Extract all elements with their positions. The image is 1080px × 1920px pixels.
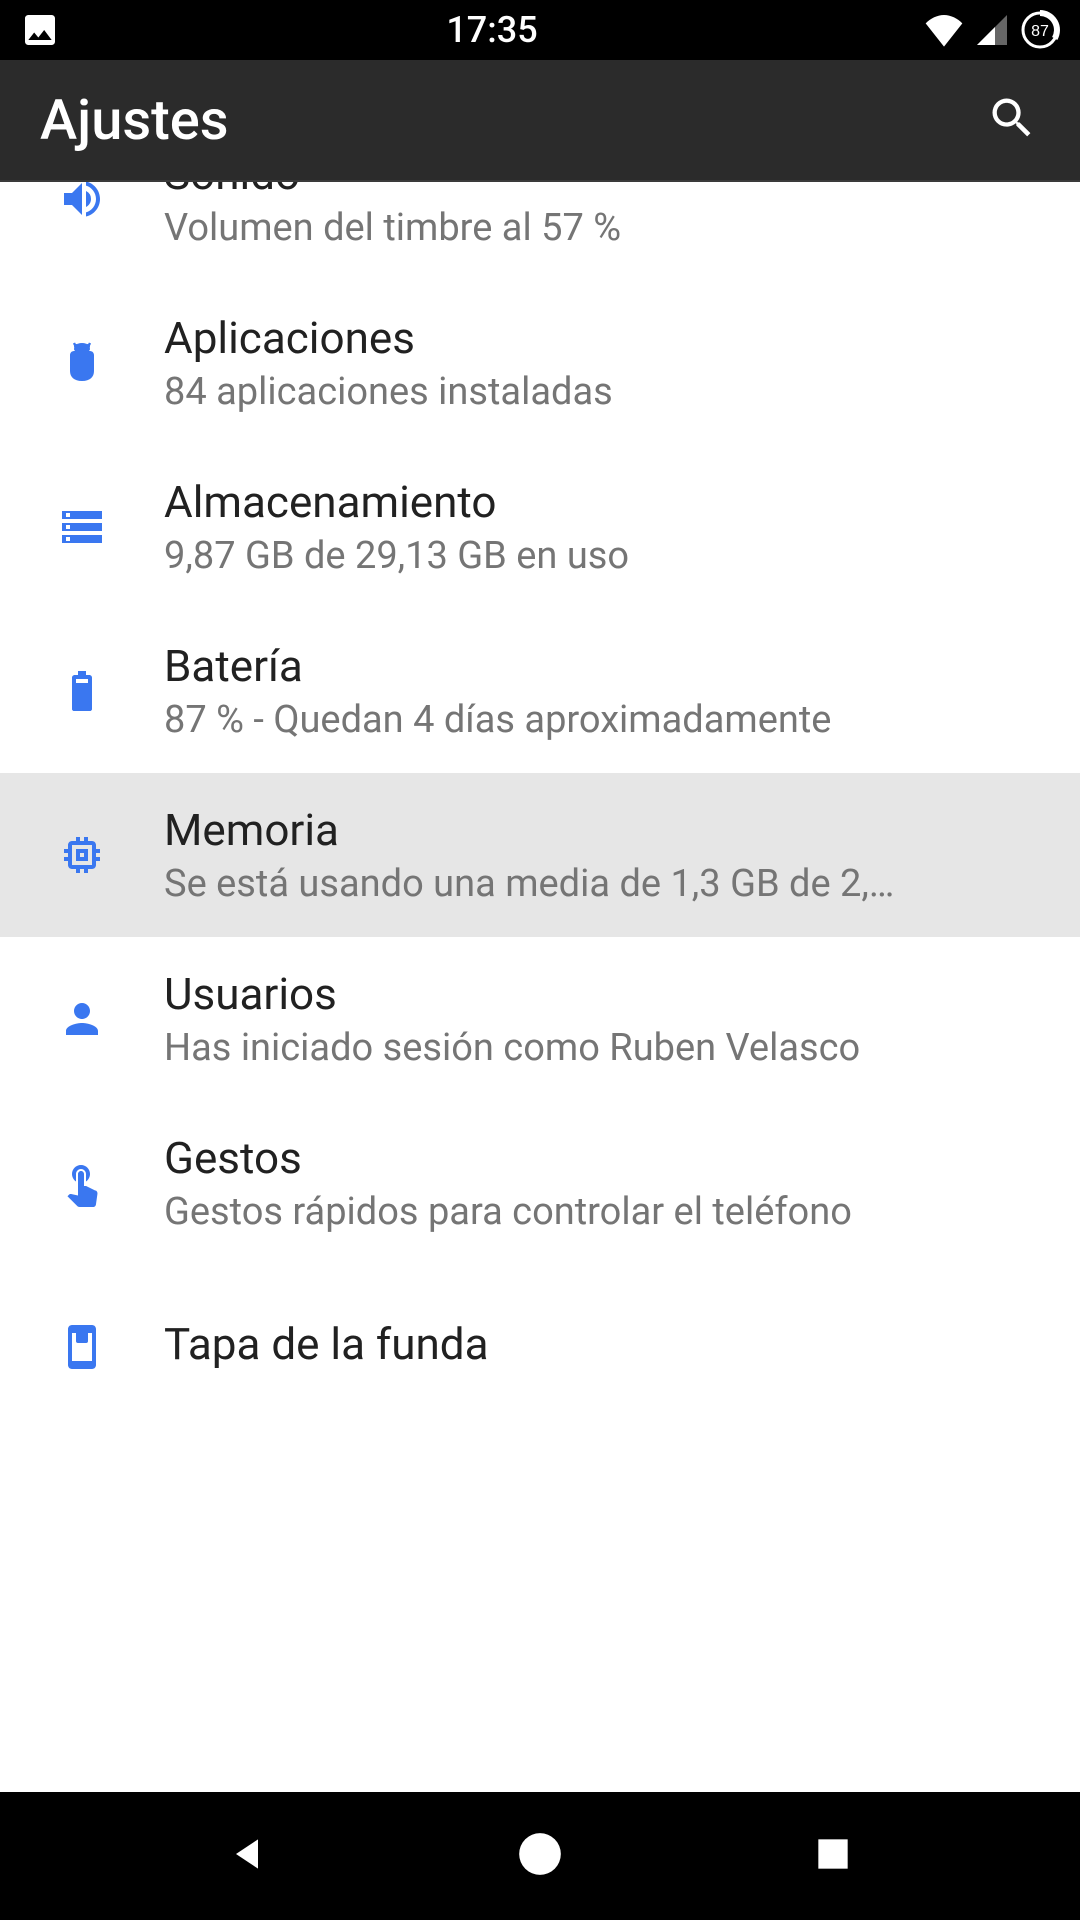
touch-icon: [0, 1159, 164, 1207]
item-subtitle: Has iniciado sesión como Ruben Velasco: [164, 1026, 1036, 1070]
memory-icon: [0, 831, 164, 879]
item-title: Usuarios: [164, 968, 1036, 1020]
item-title: Tapa de la funda: [164, 1318, 1036, 1370]
screen: 17:35 87 Ajustes: [0, 0, 1080, 1920]
settings-item-sound[interactable]: Sonido Volumen del timbre al 57 %: [0, 182, 1080, 281]
phone-case-icon: [0, 1323, 164, 1371]
settings-list[interactable]: Sonido Volumen del timbre al 57 % Aplica…: [0, 182, 1080, 1429]
cellular-signal-icon: [974, 12, 1010, 48]
settings-item-storage[interactable]: Almacenamiento 9,87 GB de 29,13 GB en us…: [0, 445, 1080, 609]
android-icon: [0, 339, 164, 387]
battery-icon: [0, 667, 164, 715]
square-recents-icon: [811, 1832, 855, 1880]
storage-icon: [0, 503, 164, 551]
item-subtitle: Se está usando una media de 1,3 GB de 2,…: [164, 862, 1036, 906]
item-title: Sonido: [164, 182, 1036, 200]
status-clock: 17:35: [60, 9, 924, 51]
item-subtitle: Volumen del timbre al 57 %: [164, 206, 1036, 250]
triangle-back-icon: [225, 1832, 269, 1880]
settings-item-case-cover[interactable]: Tapa de la funda: [0, 1265, 1080, 1429]
search-button[interactable]: [984, 92, 1040, 148]
item-subtitle: 9,87 GB de 29,13 GB en uso: [164, 534, 1036, 578]
item-title: Aplicaciones: [164, 312, 1036, 364]
svg-text:87: 87: [1031, 23, 1049, 40]
settings-item-memory[interactable]: Memoria Se está usando una media de 1,3 …: [0, 773, 1080, 937]
navigation-bar: [0, 1792, 1080, 1920]
screenshot-notification-icon: [20, 10, 60, 50]
settings-item-users[interactable]: Usuarios Has iniciado sesión como Ruben …: [0, 937, 1080, 1101]
person-icon: [0, 995, 164, 1043]
settings-list-container: Sonido Volumen del timbre al 57 % Aplica…: [0, 182, 1080, 1792]
search-icon: [986, 92, 1038, 148]
volume-icon: [0, 182, 164, 223]
item-subtitle: Gestos rápidos para controlar el teléfon…: [164, 1190, 1036, 1234]
item-title: Almacenamiento: [164, 476, 1036, 528]
circle-home-icon: [515, 1829, 565, 1883]
status-bar: 17:35 87: [0, 0, 1080, 60]
battery-icon: 87: [1020, 10, 1060, 50]
home-button[interactable]: [500, 1816, 580, 1896]
item-subtitle: 84 aplicaciones instaladas: [164, 370, 1036, 414]
app-bar: Ajustes: [0, 60, 1080, 182]
item-title: Batería: [164, 640, 1036, 692]
item-subtitle: 87 % - Quedan 4 días aproximadamente: [164, 698, 1036, 742]
settings-item-battery[interactable]: Batería 87 % - Quedan 4 días aproximadam…: [0, 609, 1080, 773]
item-title: Gestos: [164, 1132, 1036, 1184]
settings-item-gestures[interactable]: Gestos Gestos rápidos para controlar el …: [0, 1101, 1080, 1265]
page-title: Ajustes: [40, 87, 984, 153]
item-title: Memoria: [164, 804, 1036, 856]
back-button[interactable]: [207, 1816, 287, 1896]
wifi-icon: [924, 13, 964, 47]
settings-item-apps[interactable]: Aplicaciones 84 aplicaciones instaladas: [0, 281, 1080, 445]
recents-button[interactable]: [793, 1816, 873, 1896]
